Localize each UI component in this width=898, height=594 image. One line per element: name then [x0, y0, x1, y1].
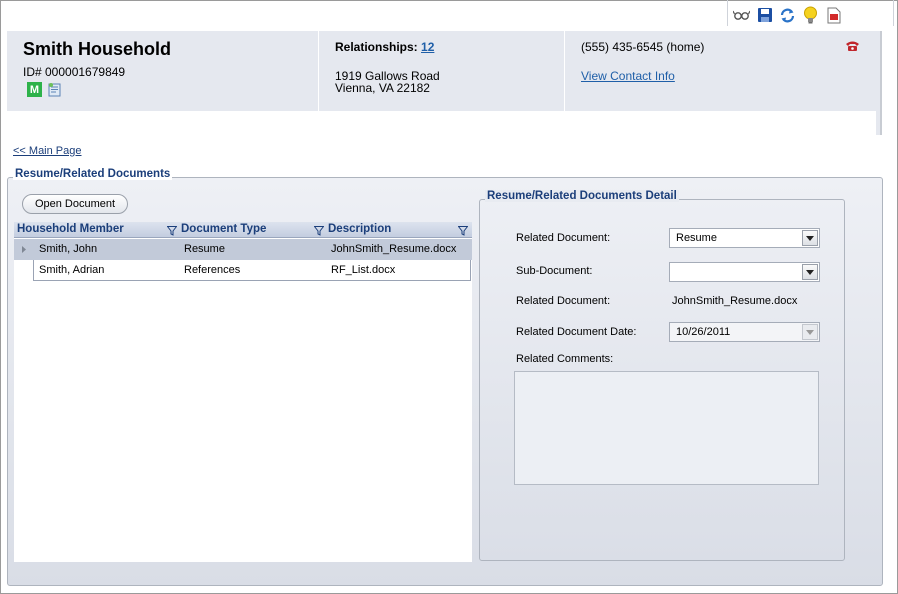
relationships-count-link[interactable]: 12: [421, 40, 434, 54]
household-title: Smith Household: [23, 39, 171, 59]
header-divider: [318, 31, 319, 111]
table-row[interactable]: Smith, John Resume JohnSmith_Resume.docx: [14, 239, 472, 260]
save-icon[interactable]: [755, 6, 774, 25]
related-document-date-value: 10/26/2011: [676, 326, 731, 338]
toolbar-separator: [893, 0, 894, 26]
related-document-label: Related Document:: [516, 232, 611, 244]
filter-icon[interactable]: [166, 225, 178, 236]
related-document-value: Resume: [676, 232, 717, 244]
household-id: ID# 000001679849: [23, 65, 126, 79]
toolbar: [732, 4, 843, 26]
column-header-document-type[interactable]: Document Type: [181, 223, 266, 235]
cell-document-type: Resume: [184, 243, 225, 255]
telephone-icon[interactable]: [845, 40, 860, 52]
grid-header: Household Member Document Type Descripti…: [14, 222, 472, 238]
refresh-icon[interactable]: [778, 6, 797, 25]
documents-grid: Household Member Document Type Descripti…: [14, 222, 472, 562]
relationships-label: Relationships: 12: [335, 40, 434, 54]
filter-icon[interactable]: [457, 225, 469, 236]
chevron-down-icon[interactable]: [802, 264, 818, 280]
document-detail-legend: Resume/Related Documents Detail: [485, 190, 679, 202]
resume-documents-legend: Resume/Related Documents: [13, 168, 173, 180]
pdf-icon[interactable]: [824, 6, 843, 25]
chevron-down-icon[interactable]: [802, 324, 818, 340]
related-document-date-picker[interactable]: 10/26/2011: [669, 322, 820, 342]
sub-document-label: Sub-Document:: [516, 265, 593, 277]
header-divider: [564, 31, 565, 111]
cell-document-type: References: [184, 264, 241, 276]
column-header-household-member[interactable]: Household Member: [17, 223, 124, 235]
chevron-down-icon[interactable]: [802, 230, 818, 246]
main-page-link[interactable]: << Main Page: [13, 145, 82, 157]
cell-household-member: Smith, John: [39, 243, 98, 255]
phone-number: (555) 435-6545 (home): [581, 40, 705, 54]
table-row[interactable]: Smith, Adrian References RF_List.docx: [14, 260, 472, 281]
related-document-name-label: Related Document:: [516, 295, 611, 307]
lightbulb-icon[interactable]: [801, 6, 820, 25]
household-address: 1919 Gallows Road Vienna, VA 22182: [335, 70, 440, 94]
view-contact-info-link[interactable]: View Contact Info: [581, 69, 675, 83]
cell-description: RF_List.docx: [331, 264, 396, 276]
notes-icon[interactable]: [47, 82, 62, 97]
open-document-button[interactable]: Open Document: [22, 194, 128, 214]
header-edge: [876, 31, 882, 135]
header-spacer: [7, 111, 876, 135]
relationships-text: Relationships:: [335, 40, 418, 54]
cell-description: JohnSmith_Resume.docx: [331, 243, 457, 255]
glasses-icon[interactable]: [732, 6, 751, 25]
row-indicator: [14, 260, 33, 281]
related-document-select[interactable]: Resume: [669, 228, 820, 248]
address-line-2: Vienna, VA 22182: [335, 81, 430, 95]
member-badge[interactable]: M: [27, 82, 42, 97]
related-comments-label: Related Comments:: [516, 353, 614, 365]
column-header-description[interactable]: Description: [328, 223, 391, 235]
cell-household-member: Smith, Adrian: [39, 264, 105, 276]
filter-icon[interactable]: [313, 225, 325, 236]
related-document-name-value: JohnSmith_Resume.docx: [672, 295, 798, 307]
toolbar-separator: [727, 0, 728, 26]
row-indicator: [14, 239, 33, 260]
sub-document-select[interactable]: [669, 262, 820, 282]
related-document-date-label: Related Document Date:: [516, 326, 637, 338]
related-comments-textarea[interactable]: [514, 371, 819, 485]
